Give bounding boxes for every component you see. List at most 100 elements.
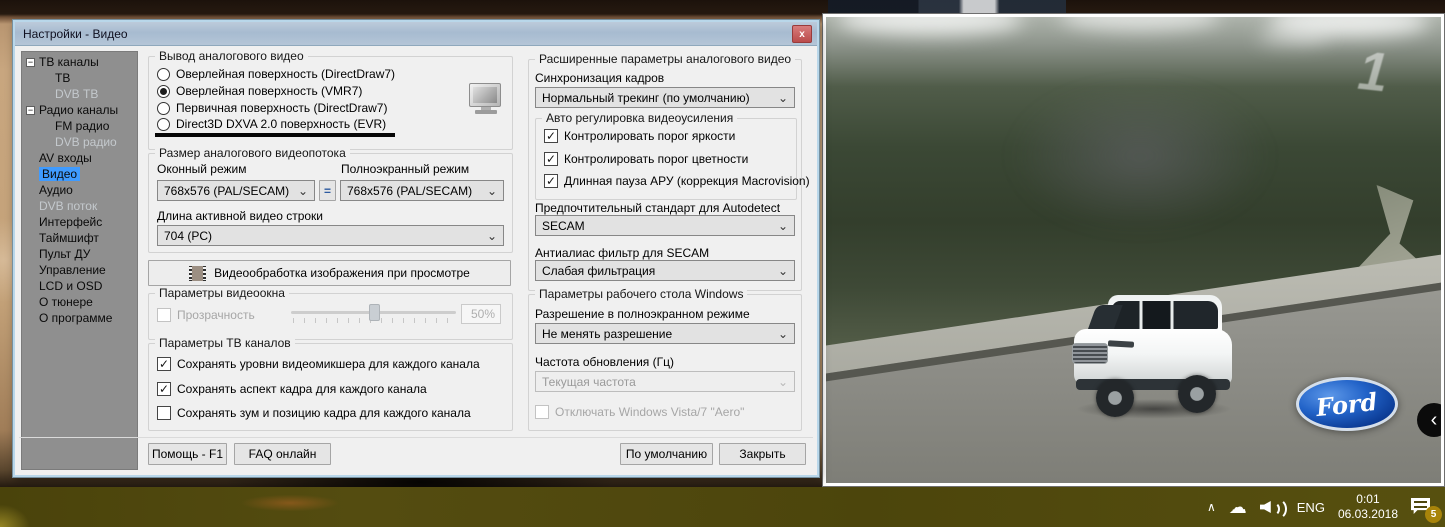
radio-primary-directdraw7[interactable]: Первичная поверхность (DirectDraw7) (157, 101, 387, 115)
dialog-titlebar[interactable]: Настройки - Видео x (15, 22, 817, 46)
close-icon: x (799, 29, 805, 40)
tree-item-lcd-osd[interactable]: LCD и OSD (22, 278, 137, 294)
radio-d3d-dxva-evr[interactable]: Direct3D DXVA 2.0 поверхность (EVR) (157, 117, 386, 131)
tree-item-timeshift[interactable]: Таймшифт (22, 230, 137, 246)
fullscreen-mode-label: Полноэкранный режим (341, 162, 469, 176)
preferred-standard-select[interactable]: SECAM ⌄ (535, 215, 795, 236)
checkbox-icon (157, 406, 171, 420)
cloud (1060, 17, 1220, 31)
fullscreen-size-select[interactable]: 768x576 (PAL/SECAM) ⌄ (340, 180, 504, 201)
footer-separator (19, 437, 813, 438)
tree-item-label: Видео (39, 167, 80, 181)
video-scene: Ford 1 ‹ (826, 17, 1441, 483)
antialias-label: Антиалиас фильтр для SECAM (535, 246, 709, 260)
tree-item-label: AV входы (39, 151, 92, 165)
group-stream-size: Размер аналогового видеопотока Оконный р… (148, 153, 513, 253)
refresh-rate-label: Частота обновления (Гц) (535, 355, 674, 369)
frame-sync-select[interactable]: Нормальный трекинг (по умолчанию) ⌄ (535, 87, 795, 108)
tree-item-label: ТВ (55, 71, 70, 85)
tree-item-remote[interactable]: Пульт ДУ (22, 246, 137, 262)
speaker-icon[interactable] (1260, 498, 1284, 516)
active-line-select[interactable]: 704 (PC) ⌄ (157, 225, 504, 246)
faq-button[interactable]: FAQ онлайн (234, 443, 331, 465)
checkbox-label: Контролировать порог яркости (564, 129, 735, 143)
language-indicator[interactable]: ENG (1297, 500, 1325, 515)
tree-item-dvb-radio: DVB радио (22, 134, 137, 150)
slider-thumb (369, 304, 380, 321)
group-legend: Параметры рабочего стола Windows (535, 287, 747, 301)
refresh-rate-select: Текущая частота ⌄ (535, 371, 795, 392)
equal-sizes-button[interactable]: = (319, 180, 336, 201)
chroma-threshold-checkbox[interactable]: ✓ Контролировать порог цветности (544, 152, 748, 166)
action-center-button[interactable]: 5 (1411, 497, 1433, 517)
selected-value: 768x576 (PAL/SECAM) (347, 184, 472, 198)
fullscreen-resolution-select[interactable]: Не менять разрешение ⌄ (535, 323, 795, 344)
keep-zoom-checkbox[interactable]: Сохранять зум и позицию кадра для каждог… (157, 406, 471, 420)
radio-icon (157, 102, 170, 115)
group-legend: Параметры ТВ каналов (155, 336, 295, 350)
tree-item-label: ТВ каналы (39, 55, 99, 69)
tree-item-label: О тюнере (39, 295, 93, 309)
checkbox-icon (157, 308, 171, 322)
car-grille (1072, 343, 1108, 364)
chevron-left-icon: ‹ (1431, 409, 1438, 432)
radio-overlay-directdraw7[interactable]: Оверлейная поверхность (DirectDraw7) (157, 67, 395, 81)
radio-label: Direct3D DXVA 2.0 поверхность (EVR) (176, 117, 386, 131)
frame-sync-label: Синхронизация кадров (535, 71, 664, 85)
transparency-value: 50% (471, 307, 495, 321)
clock-time: 0:01 (1338, 492, 1398, 507)
active-line-label: Длина активной видео строки (157, 209, 323, 223)
defaults-button[interactable]: По умолчанию (620, 443, 713, 465)
help-button[interactable]: Помощь - F1 (148, 443, 227, 465)
tree-item-about-tuner[interactable]: О тюнере (22, 294, 137, 310)
tree-item-interface[interactable]: Интерфейс (22, 214, 137, 230)
close-button[interactable]: x (792, 25, 812, 43)
checkbox-label: Отключать Windows Vista/7 "Aero" (555, 405, 744, 419)
show-hidden-icons-button[interactable]: ∧ (1207, 500, 1216, 514)
tree-item-label: Интерфейс (39, 215, 102, 229)
tree-item-radio-channels[interactable]: − Радио каналы (22, 102, 137, 118)
brightness-threshold-checkbox[interactable]: ✓ Контролировать порог яркости (544, 129, 735, 143)
radio-overlay-vmr7[interactable]: Оверлейная поверхность (VMR7) (157, 84, 362, 98)
tree-item-fm-radio[interactable]: FM радио (22, 118, 137, 134)
tree-item-tv-channels[interactable]: − ТВ каналы (22, 54, 137, 70)
windowed-mode-label: Оконный режим (157, 162, 247, 176)
video-processing-button[interactable]: Видеообработка изображения при просмотре (148, 260, 511, 286)
collapse-icon[interactable]: − (26, 106, 35, 115)
antialias-select[interactable]: Слабая фильтрация ⌄ (535, 260, 795, 281)
keep-aspect-checkbox[interactable]: ✓ Сохранять аспект кадра для каждого кан… (157, 382, 427, 396)
close-dialog-button[interactable]: Закрыть (719, 443, 806, 465)
tree-item-about-program[interactable]: О программе (22, 310, 137, 326)
chevron-down-icon: ⌄ (778, 219, 794, 233)
group-advanced-analog: Расширенные параметры аналогового видео … (528, 59, 802, 291)
keep-mixer-levels-checkbox[interactable]: ✓ Сохранять уровни видеомикшера для кажд… (157, 357, 480, 371)
equals-label: = (324, 184, 331, 198)
onedrive-cloud-icon[interactable]: ☁ (1229, 498, 1247, 516)
group-legend: Расширенные параметры аналогового видео (535, 52, 795, 66)
checkbox-label: Прозрачность (177, 308, 255, 322)
tree-item-tv[interactable]: ТВ (22, 70, 137, 86)
chevron-down-icon: ⌄ (487, 229, 503, 243)
tree-item-audio[interactable]: Аудио (22, 182, 137, 198)
settings-dialog: Настройки - Видео x − ТВ каналы ТВ DVB Т… (13, 20, 819, 477)
windowed-size-select[interactable]: 768x576 (PAL/SECAM) ⌄ (157, 180, 315, 201)
checkbox-checked-icon: ✓ (544, 152, 558, 166)
selected-value: Слабая фильтрация (542, 264, 655, 278)
checkbox-label: Длинная пауза АРУ (коррекция Macrovision… (564, 174, 810, 188)
agc-pause-checkbox[interactable]: ✓ Длинная пауза АРУ (коррекция Macrovisi… (544, 174, 810, 188)
clock[interactable]: 0:01 06.03.2018 (1338, 492, 1398, 522)
selected-value: 704 (PC) (164, 229, 212, 243)
tree-item-av-inputs[interactable]: AV входы (22, 150, 137, 166)
checkbox-checked-icon: ✓ (157, 357, 171, 371)
mountain-mist (1011, 82, 1269, 231)
faq-label: FAQ онлайн (249, 447, 317, 461)
transparency-value-box: 50% (461, 304, 501, 324)
checkbox-checked-icon: ✓ (544, 174, 558, 188)
tree-item-control[interactable]: Управление (22, 262, 137, 278)
tree-item-video-selected[interactable]: Видео (22, 166, 137, 182)
tree-item-label: FM радио (55, 119, 109, 133)
collapse-icon[interactable]: − (26, 58, 35, 67)
fullscreen-resolution-label: Разрешение в полноэкранном режиме (535, 307, 750, 321)
video-preview-window[interactable]: Ford 1 ‹ (822, 13, 1445, 487)
checkbox-label: Контролировать порог цветности (564, 152, 748, 166)
